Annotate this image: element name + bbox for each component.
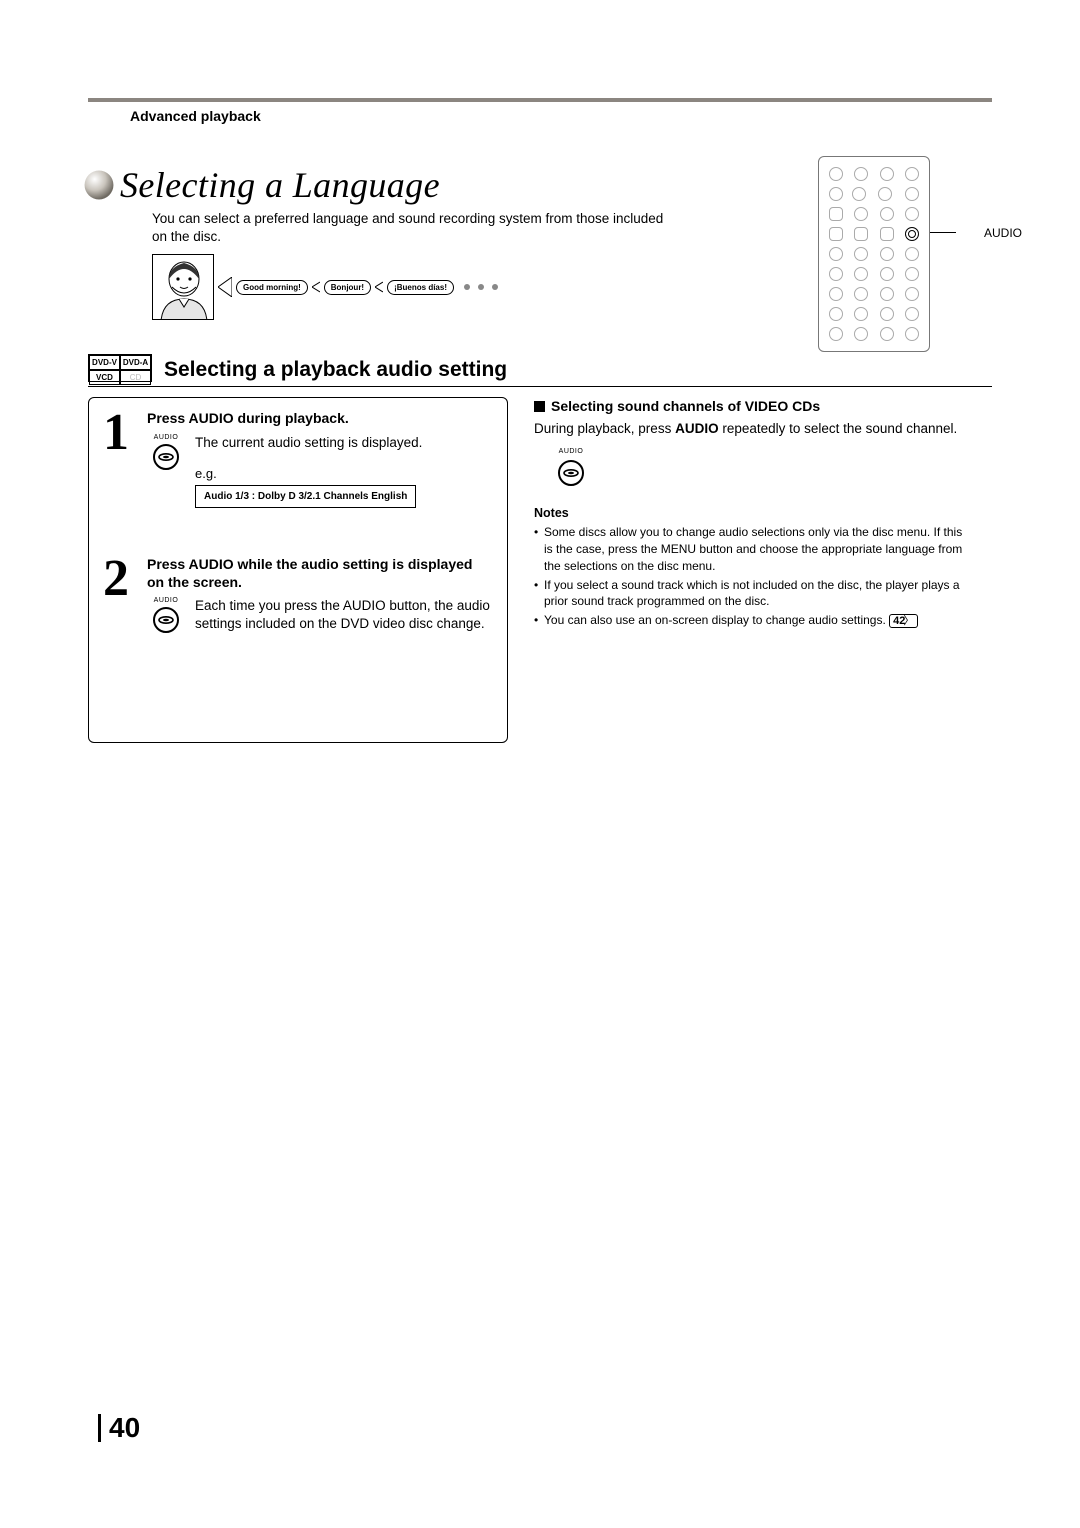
disc-type-badges: DVD-V DVD-A VCD CD bbox=[88, 354, 152, 382]
speech-bubble-2: Bonjour! bbox=[324, 280, 371, 295]
osd-example: Audio 1/3 : Dolby D 3/2.1 Channels Engli… bbox=[195, 485, 416, 508]
example-label: e.g. bbox=[195, 466, 422, 481]
bubble-connector-icon bbox=[375, 280, 383, 294]
right-column: Selecting sound channels of VIDEO CDs Du… bbox=[534, 397, 964, 743]
section-breadcrumb: Advanced playback bbox=[88, 102, 992, 134]
speech-bubble-1: Good morning! bbox=[236, 280, 308, 295]
remote-audio-button bbox=[905, 227, 919, 241]
bullet-sphere-icon bbox=[82, 168, 116, 202]
badge-vcd: VCD bbox=[89, 370, 120, 385]
audio-button-icon: AUDIO bbox=[147, 434, 185, 508]
page-number: 40 bbox=[98, 1414, 140, 1442]
step-number: 2 bbox=[103, 556, 137, 634]
right-heading: Selecting sound channels of VIDEO CDs bbox=[534, 397, 964, 417]
badge-cd: CD bbox=[120, 370, 151, 385]
step-number: 1 bbox=[103, 410, 137, 508]
content-columns: 1 Press AUDIO during playback. AUDIO The… bbox=[88, 397, 992, 743]
note-item: Some discs allow you to change audio sel… bbox=[544, 524, 964, 574]
note-item: If you select a sound track which is not… bbox=[544, 577, 964, 611]
step-1: 1 Press AUDIO during playback. AUDIO The… bbox=[103, 410, 493, 508]
speech-tail-icon bbox=[218, 277, 232, 297]
bubble-connector-icon bbox=[312, 280, 320, 294]
square-bullet-icon bbox=[534, 401, 545, 412]
notes-heading: Notes bbox=[534, 505, 964, 523]
steps-box: 1 Press AUDIO during playback. AUDIO The… bbox=[88, 397, 508, 743]
ellipsis-dots bbox=[464, 284, 498, 290]
step-heading: Press AUDIO while the audio setting is d… bbox=[147, 556, 493, 591]
step-text: The current audio setting is displayed. bbox=[195, 434, 422, 452]
speech-bubble-3: ¡Buenos días! bbox=[387, 280, 454, 295]
right-text: During playback, press AUDIO repeatedly … bbox=[534, 420, 964, 439]
intro-text: You can select a preferred language and … bbox=[152, 210, 672, 246]
notes-list: Some discs allow you to change audio sel… bbox=[534, 524, 964, 629]
note-item: You can also use an on-screen display to… bbox=[544, 612, 964, 629]
step-heading: Press AUDIO during playback. bbox=[147, 410, 493, 428]
audio-button-icon: AUDIO bbox=[147, 597, 185, 634]
page-sheet: Advanced playback Selecting a Language Y… bbox=[88, 98, 992, 743]
audio-button-icon: AUDIO bbox=[552, 447, 590, 487]
sub-heading-row: DVD-V DVD-A VCD CD Selecting a playback … bbox=[88, 354, 992, 387]
badge-dvdv: DVD-V bbox=[89, 355, 120, 370]
badge-dvda: DVD-A bbox=[120, 355, 151, 370]
sub-heading: Selecting a playback audio setting bbox=[164, 358, 507, 382]
step-2: 2 Press AUDIO while the audio setting is… bbox=[103, 556, 493, 634]
step-text: Each time you press the AUDIO button, th… bbox=[195, 597, 493, 634]
callout-line bbox=[930, 232, 956, 233]
remote-diagram bbox=[818, 156, 930, 352]
page-ref: 42 bbox=[889, 614, 918, 628]
avatar-illustration bbox=[152, 254, 214, 320]
remote-audio-label: AUDIO bbox=[984, 226, 1022, 240]
